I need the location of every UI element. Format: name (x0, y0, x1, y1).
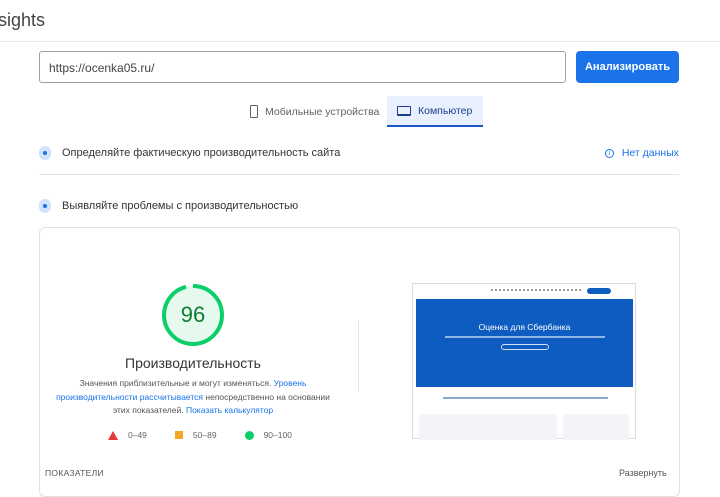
url-input[interactable]: https://ocenka05.ru/ (39, 51, 566, 83)
hero-title: Оценка для Сбербанка (478, 322, 571, 332)
phone-icon (250, 105, 258, 118)
score-value: 96 (180, 302, 206, 327)
triangle-icon (108, 430, 118, 440)
field-data-section: Определяйте фактическую производительнос… (39, 146, 679, 160)
divider (39, 174, 679, 175)
tab-mobile[interactable]: Мобильные устройства (240, 96, 389, 127)
app-title: sights (0, 10, 46, 30)
legend-label: 0–49 (128, 430, 147, 440)
square-icon (174, 431, 183, 439)
desc-text: Значения приблизительные и могут изменят… (79, 378, 272, 388)
page-screenshot: Оценка для Сбербанка (412, 283, 636, 440)
legend-fail: 0–49 (108, 430, 147, 440)
tab-desktop[interactable]: Компьютер (387, 96, 483, 127)
show-calculator-link[interactable]: Показать калькулятор (186, 405, 273, 415)
legend-pass: 90–100 (244, 430, 292, 440)
expand-button[interactable]: Развернуть (619, 468, 667, 478)
thumb-hero: Оценка для Сбербанка (416, 299, 633, 387)
circle-icon (244, 430, 254, 440)
lab-icon (39, 199, 51, 213)
analyze-button[interactable]: Анализировать (576, 51, 679, 83)
thumb-nav (413, 284, 635, 298)
vertical-divider (358, 320, 359, 392)
legend-average: 50–89 (174, 430, 217, 440)
performance-title: Производительность (125, 355, 261, 371)
info-icon: i (604, 148, 614, 158)
score-description: Значения приблизительные и могут изменят… (55, 377, 331, 418)
lab-data-section: Выявляйте проблемы с производительностью (39, 199, 679, 213)
legend-label: 50–89 (192, 430, 217, 440)
top-header: sights (0, 0, 720, 42)
section-title: Выявляйте проблемы с производительностью (62, 200, 299, 212)
status-text: Нет данных (621, 147, 679, 159)
legend-label: 90–100 (263, 430, 292, 440)
metrics-label: ПОКАЗАТЕЛИ (45, 468, 104, 478)
users-icon (39, 146, 51, 160)
laptop-icon (397, 105, 411, 116)
section-title: Определяйте фактическую производительнос… (62, 147, 341, 159)
tab-label: Мобильные устройства (265, 105, 380, 118)
no-data-status[interactable]: i Нет данных (604, 147, 679, 159)
tab-label: Компьютер (418, 104, 473, 117)
score-legend: 0–49 50–89 90–100 (108, 430, 292, 440)
